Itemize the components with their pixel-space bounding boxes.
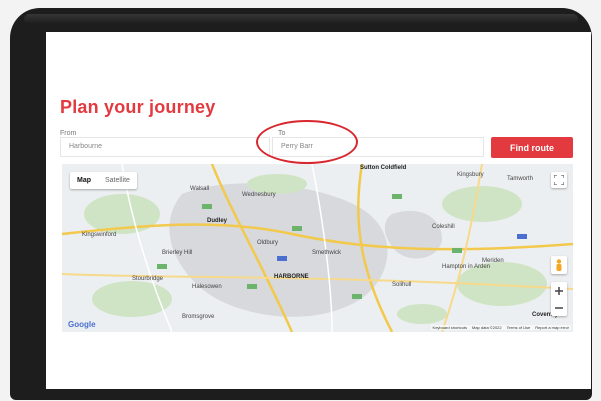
place-label: Kingsbury xyxy=(457,172,484,178)
minus-icon xyxy=(555,306,563,309)
from-input[interactable]: Harbourne xyxy=(60,137,270,157)
keyboard-shortcuts-link[interactable]: Keyboard shortcuts xyxy=(433,325,467,330)
fullscreen-icon xyxy=(554,175,564,185)
zoom-in-button[interactable] xyxy=(555,282,563,299)
zoom-control xyxy=(551,282,567,316)
place-label: Stourbridge xyxy=(132,276,164,282)
place-label: HARBORNE xyxy=(274,274,309,280)
map-basemap xyxy=(62,164,573,332)
map-type-satellite[interactable]: Satellite xyxy=(98,172,137,189)
place-label: Solihull xyxy=(392,282,412,288)
highlight-ring xyxy=(256,120,358,164)
google-logo: Google xyxy=(68,320,96,329)
place-label: Oldbury xyxy=(257,240,279,246)
place-label: Sutton Coldfield xyxy=(360,165,407,171)
report-error-link[interactable]: Report a map error xyxy=(535,325,569,330)
map-type-control: Map Satellite xyxy=(70,172,137,189)
laptop-frame: Plan your journey From Harbourne To Perr… xyxy=(10,8,592,400)
find-route-button[interactable]: Find route xyxy=(491,137,573,158)
place-label: Coleshill xyxy=(432,224,455,230)
place-label: Walsall xyxy=(190,186,210,192)
map-attribution: Keyboard shortcuts Map data ©2022 Terms … xyxy=(430,325,571,330)
page-title: Plan your journey xyxy=(60,97,216,117)
from-label: From xyxy=(60,130,77,137)
map-type-map[interactable]: Map xyxy=(70,172,98,189)
place-label: Dudley xyxy=(207,218,228,224)
screen: Plan your journey From Harbourne To Perr… xyxy=(46,32,591,389)
plus-icon xyxy=(555,286,563,295)
place-label: Brierley Hill xyxy=(162,250,193,256)
place-label: Tamworth xyxy=(507,176,534,182)
place-label: Halesowen xyxy=(192,284,222,290)
map-data-text: Map data ©2022 xyxy=(472,325,502,330)
map[interactable]: Sutton Coldfield Dudley Walsall Wednesbu… xyxy=(62,164,573,332)
place-label: Meriden xyxy=(482,258,504,264)
place-label: Kingswinford xyxy=(82,232,117,238)
fullscreen-button[interactable] xyxy=(551,172,567,188)
place-label: Hampton in Arden xyxy=(442,264,491,270)
place-label: Smethwick xyxy=(312,250,342,256)
bezel-highlight xyxy=(24,14,578,24)
pegman-icon xyxy=(556,259,562,271)
pegman-button[interactable] xyxy=(551,256,567,274)
zoom-out-button[interactable] xyxy=(555,299,563,316)
place-label: Wednesbury xyxy=(242,192,276,198)
place-label: Bromsgrove xyxy=(182,314,215,320)
terms-link[interactable]: Terms of Use xyxy=(507,325,531,330)
